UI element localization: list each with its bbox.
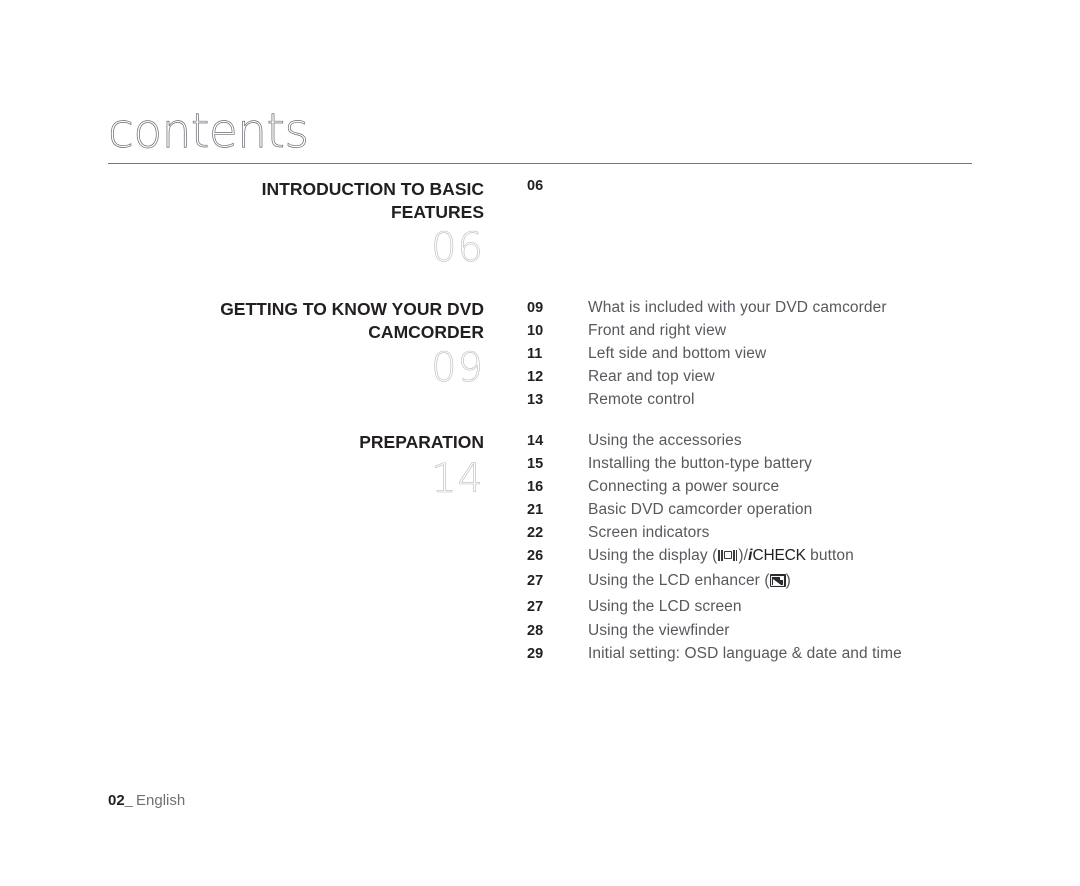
toc-entry-title-prefix: Using the display ( — [588, 547, 718, 564]
toc-entry-page: 12 — [527, 369, 544, 385]
section-heading-line-1: INTRODUCTION TO BASIC — [261, 179, 484, 199]
toc-entry[interactable]: 26 Using the display ()/iCHECK button — [527, 547, 997, 572]
toc-entry[interactable]: 27 Using the LCD screen — [527, 598, 997, 622]
toc-entry-page: 14 — [527, 433, 544, 449]
toc-section: INTRODUCTION TO BASIC FEATURES 06 06 — [0, 178, 1080, 298]
toc-entry-page: 21 — [527, 502, 544, 518]
toc-entry[interactable]: 10 Front and right view — [527, 322, 997, 345]
toc-entry-page: 27 — [527, 573, 544, 589]
toc-entry-page: 16 — [527, 479, 544, 495]
toc-entry[interactable]: 28 Using the viewfinder — [527, 622, 997, 645]
footer-page-number: 02_ — [108, 792, 134, 809]
toc-entry-title-suffix: button — [805, 547, 854, 564]
toc-entry-page: 27 — [527, 599, 544, 615]
lcd-enhancer-icon — [769, 574, 786, 587]
toc-entry-title: Using the LCD enhancer () — [588, 572, 791, 590]
toc-section: GETTING TO KNOW YOUR DVD CAMCORDER 09 09… — [0, 298, 1080, 431]
toc-entry-title: Rear and top view — [588, 368, 715, 385]
section-heading-line-2: FEATURES — [390, 201, 484, 222]
toc-entry-title: Connecting a power source — [588, 478, 780, 495]
toc-entry-title: Installing the button-type battery — [588, 455, 812, 472]
section-big-number: 14 — [431, 455, 484, 502]
toc-entry-title-prefix: Using the LCD enhancer ( — [588, 572, 770, 589]
toc-entry-title: Using the LCD screen — [588, 598, 742, 615]
toc-entry[interactable]: 11 Left side and bottom view — [527, 345, 997, 368]
toc-entry-page: 06 — [527, 178, 544, 194]
display-icon — [718, 549, 738, 562]
toc-entry-page: 29 — [527, 646, 544, 662]
toc-entry[interactable]: 15 Installing the button-type battery — [527, 455, 997, 478]
section-big-number: 09 — [431, 345, 484, 392]
page-footer: 02_ English — [108, 792, 185, 809]
toc-entry[interactable]: 22 Screen indicators — [527, 524, 997, 547]
toc-entry-title: Using the viewfinder — [588, 622, 730, 639]
toc-entry-title: Using the display ()/iCHECK button — [588, 547, 854, 565]
toc-entry-title: Basic DVD camcorder operation — [588, 501, 813, 518]
toc-entry[interactable]: 09 What is included with your DVD camcor… — [527, 299, 997, 322]
toc-entry[interactable]: 21 Basic DVD camcorder operation — [527, 501, 997, 524]
toc-entry-page: 11 — [527, 346, 543, 362]
toc-entry-title: Front and right view — [588, 322, 727, 339]
toc-entry[interactable]: 12 Rear and top view — [527, 368, 997, 391]
toc-entry-title: Remote control — [588, 391, 695, 408]
section-heading-line-1: PREPARATION — [359, 432, 484, 452]
section-label-group: GETTING TO KNOW YOUR DVD CAMCORDER 09 — [108, 298, 484, 391]
toc-entry[interactable]: 27 Using the LCD enhancer () — [527, 572, 997, 598]
toc-entry-page: 28 — [527, 623, 544, 639]
toc-entry-title: Screen indicators — [588, 524, 710, 541]
toc-entry-title-suffix: ) — [785, 572, 791, 589]
toc-entry[interactable]: 14 Using the accessories — [527, 432, 997, 455]
toc-entry-page: 15 — [527, 456, 544, 472]
toc-entry-page: 09 — [527, 300, 544, 316]
toc-entry-title: Initial setting: OSD language & date and… — [588, 645, 902, 662]
footer-language: English — [136, 792, 186, 809]
toc-entry-title: Left side and bottom view — [588, 345, 767, 362]
title-divider — [108, 163, 972, 164]
table-of-contents: INTRODUCTION TO BASIC FEATURES 06 06 GET… — [0, 178, 1080, 691]
toc-entry-page: 22 — [527, 525, 544, 541]
section-entry-list: 14 Using the accessories 15 Installing t… — [527, 432, 997, 668]
toc-section: PREPARATION 14 14 Using the accessories … — [0, 431, 1080, 691]
section-entry-list: 06 — [527, 178, 997, 201]
toc-entry-title: What is included with your DVD camcorder — [588, 299, 887, 316]
section-label-group: INTRODUCTION TO BASIC FEATURES 06 — [108, 178, 484, 271]
toc-entry-page: 26 — [527, 548, 544, 564]
section-heading-line-2: CAMCORDER — [368, 321, 484, 342]
toc-entry[interactable]: 29 Initial setting: OSD language & date … — [527, 645, 997, 668]
section-label-group: PREPARATION 14 — [108, 431, 484, 502]
toc-entry[interactable]: 13 Remote control — [527, 391, 997, 414]
toc-entry[interactable]: 06 — [527, 178, 997, 201]
toc-entry-page: 13 — [527, 392, 544, 408]
section-big-number: 06 — [431, 225, 484, 272]
section-entry-list: 09 What is included with your DVD camcor… — [527, 299, 997, 414]
icheck-word: CHECK — [752, 547, 806, 564]
page-title: contents — [108, 104, 310, 159]
toc-entry-title-mid: )/ — [738, 547, 749, 564]
toc-entry[interactable]: 16 Connecting a power source — [527, 478, 997, 501]
toc-entry-title: Using the accessories — [588, 432, 742, 449]
toc-entry-page: 10 — [527, 323, 544, 339]
section-heading-line-1: GETTING TO KNOW YOUR DVD — [220, 299, 484, 319]
